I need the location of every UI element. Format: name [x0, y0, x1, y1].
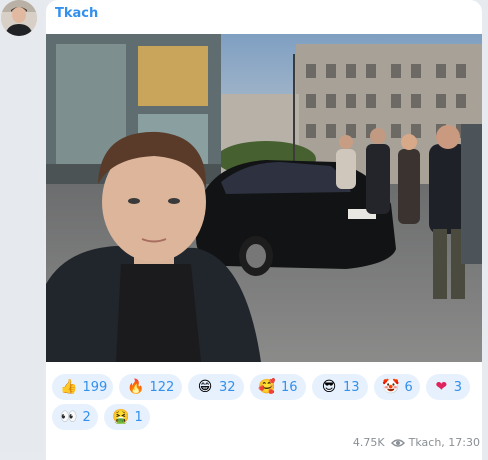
thumbs-up-icon: 👍 [60, 379, 78, 395]
reaction-count: 6 [404, 379, 413, 395]
reaction-grinning[interactable]: 😁 32 [188, 374, 244, 400]
chat-left-gutter [0, 0, 44, 453]
reaction-count: 2 [82, 409, 91, 425]
reaction-sunglasses[interactable]: 😎 13 [312, 374, 368, 400]
clown-face-icon: 🤡 [382, 379, 400, 395]
smiling-face-with-hearts-icon: 🥰 [258, 379, 276, 395]
reaction-count: 32 [219, 379, 236, 395]
reaction-count: 122 [149, 379, 175, 395]
eyes-icon: 👀 [60, 409, 78, 425]
reaction-count: 3 [453, 379, 462, 395]
reaction-count: 1 [134, 409, 143, 425]
reaction-thumbs-up[interactable]: 👍 199 [52, 374, 113, 400]
reaction-nauseated[interactable]: 🤮 1 [104, 404, 150, 430]
reaction-count: 199 [82, 379, 108, 395]
author-avatar[interactable] [1, 0, 37, 36]
reaction-count: 16 [281, 379, 298, 395]
reaction-count: 13 [343, 379, 360, 395]
sunglasses-face-icon: 😎 [321, 379, 337, 395]
message-signature-time: Tkach, 17:30 [408, 436, 480, 449]
reaction-fire[interactable]: 🔥 122 [119, 374, 182, 400]
grinning-face-icon: 😁 [197, 379, 213, 395]
reaction-clown[interactable]: 🤡 6 [374, 374, 420, 400]
author-name[interactable]: Tkach [55, 6, 98, 21]
reaction-heart[interactable]: ❤ 3 [426, 374, 470, 400]
avatar-image [1, 0, 37, 36]
reaction-eyes[interactable]: 👀 2 [52, 404, 98, 430]
nauseated-face-icon: 🤮 [112, 409, 130, 425]
message-bubble: Tkach 👍 199 🔥 122 😁 32 🥰 16 😎 13 🤡 6 ❤ 3… [46, 0, 482, 460]
eye-icon [390, 438, 405, 448]
message-meta: 4.75K Tkach, 17:30 [353, 436, 480, 449]
red-heart-icon: ❤ [435, 379, 448, 395]
message-photo[interactable] [46, 34, 482, 362]
selfie-street-scene [46, 34, 482, 362]
fire-icon: 🔥 [127, 379, 145, 395]
views-count: 4.75K [352, 436, 385, 449]
reaction-hearts-face[interactable]: 🥰 16 [250, 374, 306, 400]
